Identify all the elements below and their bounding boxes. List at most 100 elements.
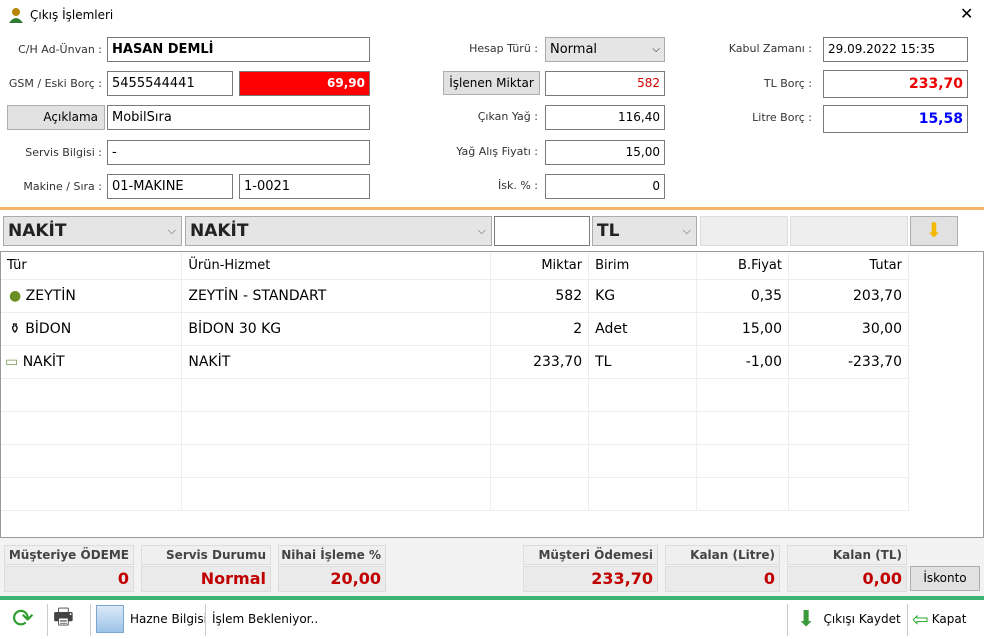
islenen-button[interactable]: İşlenen Miktar <box>443 71 540 95</box>
ch-input[interactable]: HASAN DEMLİ <box>107 37 370 62</box>
alis-label: Yağ Alış Fiyatı : <box>456 145 538 158</box>
gsm-label: GSM / Eski Borç : <box>8 77 102 90</box>
kaydet-button[interactable]: ⬇ Çıkışı Kaydet <box>797 600 901 638</box>
unit-select[interactable]: TL ⌵ <box>592 216 697 246</box>
row-product: ZEYTİN - STANDART <box>181 279 492 313</box>
col-bfiyat: B.Fiyat <box>696 252 789 280</box>
olive-icon: ● <box>9 287 22 304</box>
chevron-down-icon: ⌵ <box>477 224 486 237</box>
row-unit: Adet <box>588 312 698 346</box>
refresh-icon: ⟳ <box>12 604 34 634</box>
user-icon <box>8 7 24 23</box>
servis-input[interactable]: - <box>107 140 370 165</box>
row-unit: TL <box>588 345 698 379</box>
nihai-value: 20,00 <box>278 566 386 592</box>
litre-borc-label: Litre Borç : <box>752 111 812 124</box>
odemesi-value: 233,70 <box>523 566 658 592</box>
kapat-label: Kapat <box>931 612 967 626</box>
ch-label: C/H Ad-Ünvan : <box>18 43 102 56</box>
isk-input[interactable]: 0 <box>545 174 665 199</box>
separator <box>90 604 91 636</box>
orange-divider <box>0 207 984 210</box>
musteriye-label: Müşteriye ÖDEME <box>4 545 134 565</box>
row-price: -1,00 <box>696 345 789 379</box>
islenen-input[interactable]: 582 <box>545 71 665 96</box>
col-tutar: Tutar <box>788 252 909 280</box>
col-miktar: Miktar <box>490 252 590 280</box>
row-price: 0,35 <box>696 279 789 313</box>
iskonto-button[interactable]: İskonto <box>910 566 980 591</box>
isk-label: İsk. % : <box>498 179 538 192</box>
tank-icon <box>96 605 124 633</box>
qty-input[interactable] <box>494 216 590 246</box>
row-qty: 2 <box>490 312 590 346</box>
row-product: NAKİT <box>181 345 492 379</box>
aciklama-button[interactable]: Açıklama <box>7 105 105 130</box>
row-total: 30,00 <box>788 312 909 346</box>
aciklama-input[interactable]: MobilSıra <box>107 105 370 130</box>
eski-borc-field: 69,90 <box>239 71 370 96</box>
row-unit: KG <box>588 279 698 313</box>
servis-durumu-label: Servis Durumu <box>141 545 271 565</box>
product-select[interactable]: NAKİT ⌵ <box>185 216 492 246</box>
hesap-select[interactable]: Normal ⌵ <box>545 37 665 62</box>
cikan-input[interactable]: 116,40 <box>545 105 665 130</box>
tl-borc-field: 233,70 <box>823 70 968 98</box>
save-icon: ⬇ <box>797 606 816 632</box>
product-value: NAKİT <box>190 221 249 241</box>
cash-icon: ▭ <box>5 353 19 370</box>
kalan-tl-value: 0,00 <box>787 566 907 592</box>
row-type: BİDON <box>25 320 72 337</box>
type-select[interactable]: NAKİT ⌵ <box>3 216 182 246</box>
hesap-label: Hesap Türü : <box>469 42 538 55</box>
gsm-input[interactable]: 5455544441 <box>107 71 233 96</box>
separator <box>205 604 206 636</box>
arrow-down-icon: ⬇ <box>925 218 943 242</box>
sira-input[interactable]: 1-0021 <box>239 174 370 199</box>
col-birim: Birim <box>588 252 698 280</box>
col-urun: Ürün-Hizmet <box>181 252 492 280</box>
table-row[interactable]: ● ZEYTİN ZEYTİN - STANDART 582 KG 0,35 2… <box>1 279 909 313</box>
hazne-button[interactable]: Hazne Bilgisi <box>96 600 207 638</box>
status-text: İşlem Bekleniyor.. <box>212 612 319 626</box>
separator <box>787 604 788 636</box>
hazne-label: Hazne Bilgisi <box>130 612 207 626</box>
musteriye-value: 0 <box>4 566 134 592</box>
cikan-label: Çıkan Yağ : <box>477 110 538 123</box>
makine-input[interactable]: 01-MAKINE <box>107 174 233 199</box>
servis-label: Servis Bilgisi : <box>25 146 102 159</box>
kabul-input[interactable]: 29.09.2022 15:35 <box>823 37 968 62</box>
exit-door-icon: ⇦ <box>912 607 929 631</box>
refresh-button[interactable]: ⟳ <box>12 600 34 638</box>
bottle-icon: ⚱ <box>9 320 21 337</box>
kalan-litre-label: Kalan (Litre) <box>665 545 780 565</box>
odemesi-label: Müşteri Ödemesi <box>523 545 658 565</box>
col-tur: Tür <box>1 252 183 280</box>
kapat-button[interactable]: ⇦ Kapat <box>912 600 966 638</box>
unit-value: TL <box>597 221 620 241</box>
row-type: ZEYTİN <box>25 287 76 304</box>
row-price: 15,00 <box>696 312 789 346</box>
items-grid: Tür Ürün-Hizmet Miktar Birim B.Fiyat Tut… <box>0 251 984 538</box>
chevron-down-icon: ⌵ <box>682 224 691 237</box>
type-value: NAKİT <box>8 221 67 241</box>
printer-icon: 🖶 <box>53 605 74 630</box>
alis-input[interactable]: 15,00 <box>545 140 665 165</box>
print-button[interactable]: 🖶 <box>53 600 74 638</box>
makine-label: Makine / Sıra : <box>23 180 102 193</box>
separator <box>907 604 908 636</box>
close-button[interactable]: ✕ <box>960 4 973 23</box>
price-field <box>700 216 788 246</box>
table-row[interactable]: ▭ NAKİT NAKİT 233,70 TL -1,00 -233,70 <box>1 345 909 379</box>
row-total: -233,70 <box>788 345 909 379</box>
row-type: NAKİT <box>22 353 65 370</box>
window-title: Çıkış İşlemleri <box>30 8 114 22</box>
chevron-down-icon: ⌵ <box>652 44 660 55</box>
hesap-value: Normal <box>550 42 598 57</box>
separator <box>47 604 48 636</box>
litre-borc-field: 15,58 <box>823 105 968 133</box>
row-product: BİDON 30 KG <box>181 312 492 346</box>
table-row[interactable]: ⚱ BİDON BİDON 30 KG 2 Adet 15,00 30,00 <box>1 312 909 346</box>
kalan-litre-value: 0 <box>665 566 780 592</box>
add-down-arrow-button[interactable]: ⬇ <box>910 216 958 246</box>
